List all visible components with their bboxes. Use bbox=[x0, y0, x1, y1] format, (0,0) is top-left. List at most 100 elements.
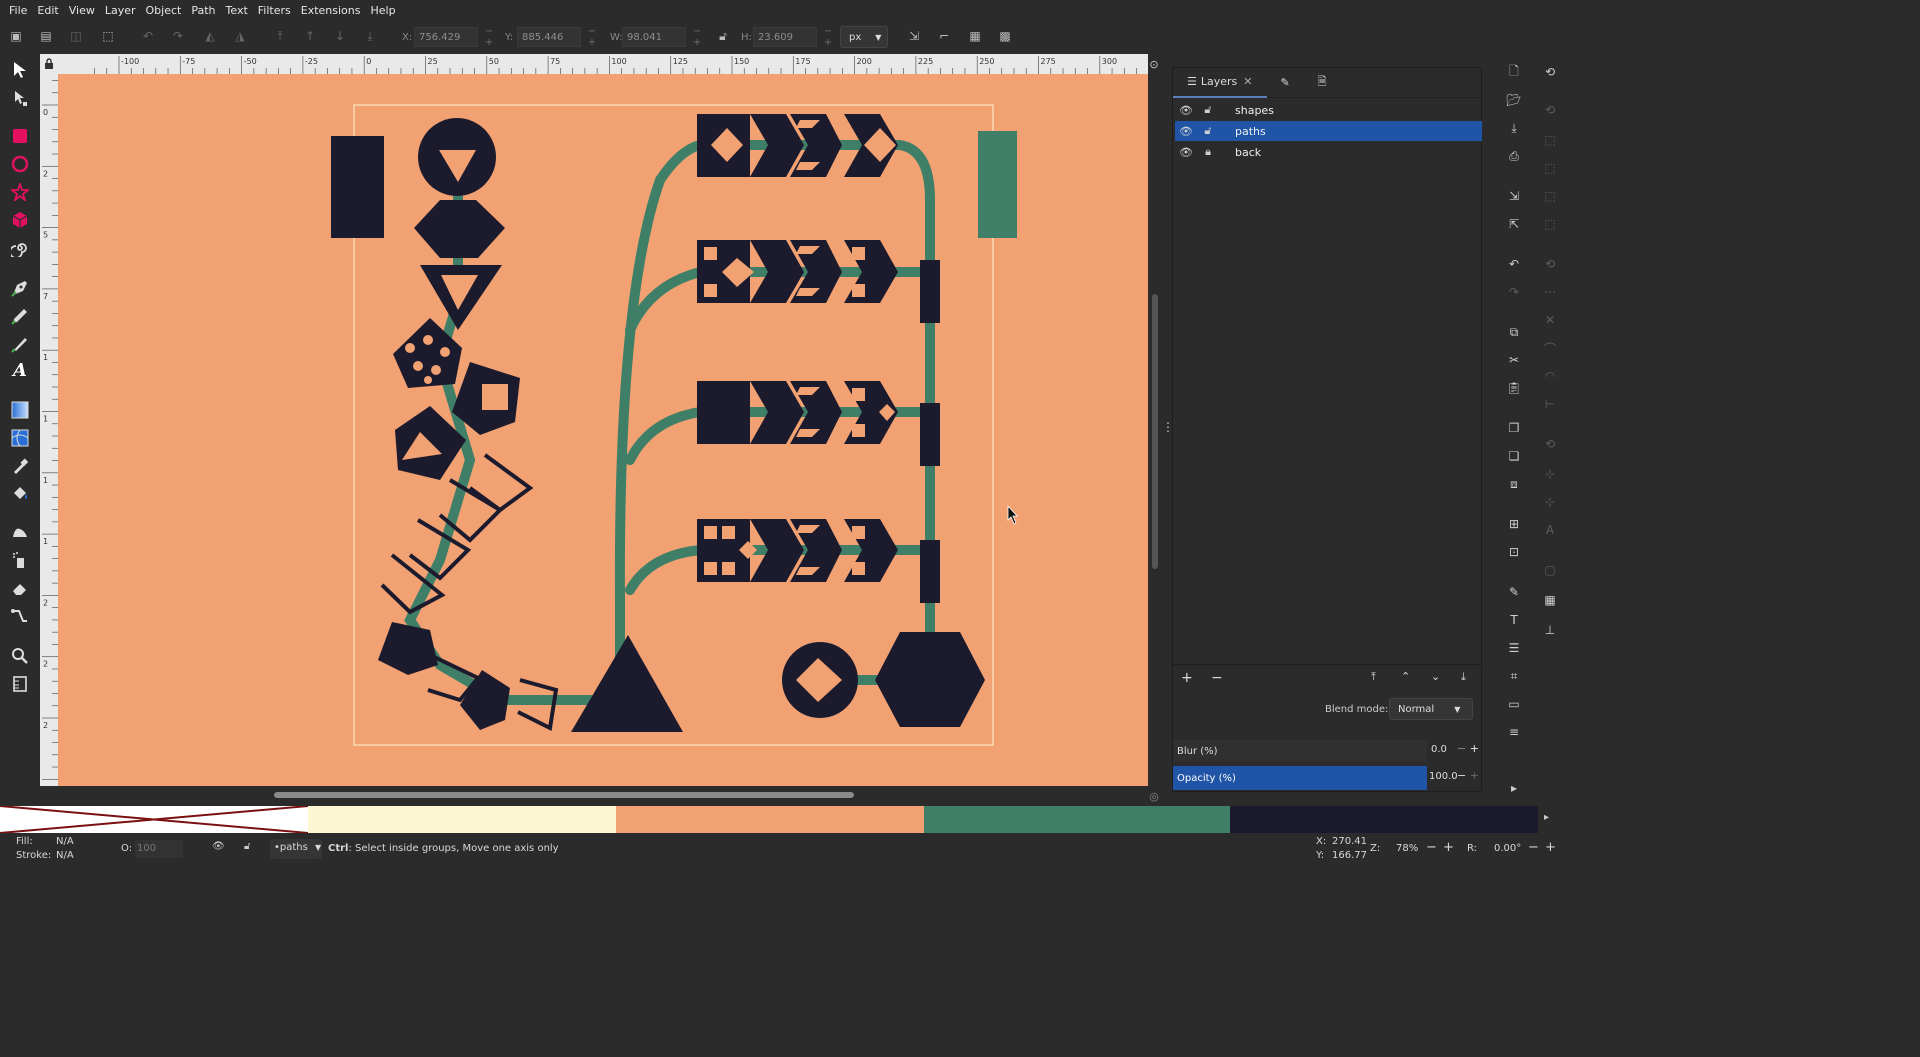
lock-ratio-icon[interactable]: 🔓︎ bbox=[713, 26, 733, 46]
menu-text[interactable]: Text bbox=[221, 4, 253, 17]
x-value[interactable]: 756.429 bbox=[414, 27, 478, 47]
layer-lock-icon[interactable]: 🔓︎ bbox=[244, 841, 250, 852]
w-stepper[interactable]: −+ bbox=[686, 26, 714, 48]
green-rectangle[interactable] bbox=[978, 131, 1017, 238]
current-layer-select[interactable]: •paths ▼ bbox=[270, 839, 322, 859]
3d-box-tool-icon[interactable] bbox=[8, 208, 32, 232]
blur-stepper[interactable]: − + bbox=[1457, 742, 1479, 755]
calligraphy-tool-icon[interactable] bbox=[8, 332, 32, 356]
snap-bbox-icon[interactable]: ⟲ bbox=[1540, 100, 1560, 120]
swatch-dark[interactable] bbox=[1230, 806, 1538, 833]
blend-mode-select[interactable]: Normal ▼ bbox=[1389, 698, 1473, 720]
panel-handle-icon[interactable]: ⋮ bbox=[1162, 420, 1174, 440]
snap-midpoints-icon[interactable]: ⊢ bbox=[1540, 394, 1560, 414]
rotate-cw-button[interactable]: + bbox=[1545, 840, 1556, 855]
display-mode-icon[interactable]: ◎ bbox=[1147, 788, 1161, 804]
swatch-orange[interactable] bbox=[616, 806, 924, 833]
copy-icon[interactable]: ⧉ bbox=[1504, 322, 1524, 342]
y-stepper[interactable]: −+ bbox=[581, 26, 609, 48]
snap-paths-icon[interactable]: ⋯ bbox=[1540, 282, 1560, 302]
select-all-icon[interactable]: ▣ bbox=[6, 26, 26, 46]
text-font-icon[interactable]: T bbox=[1504, 610, 1524, 630]
move-gradients-icon[interactable]: ▦ bbox=[965, 26, 985, 46]
new-document-icon[interactable]: 🗋︎ bbox=[1504, 62, 1524, 82]
opacity-value[interactable]: 100.0 bbox=[1429, 771, 1458, 782]
y-field[interactable]: Y: 885.446 −+ bbox=[505, 26, 609, 48]
menu-layer[interactable]: Layer bbox=[100, 4, 141, 17]
rotate-value[interactable]: 0.00° bbox=[1494, 843, 1521, 854]
zoom-in-button[interactable]: + bbox=[1443, 840, 1454, 855]
ungroup-icon[interactable]: ⊡ bbox=[1504, 542, 1524, 562]
stroke-value[interactable]: N/A bbox=[56, 850, 74, 861]
rotate-cw-icon[interactable]: ↷ bbox=[168, 26, 188, 46]
lock-icon[interactable]: 🔒︎ bbox=[1197, 145, 1219, 159]
mesh-tool-icon[interactable] bbox=[8, 426, 32, 450]
touch-select-icon[interactable]: ⬚ bbox=[98, 26, 118, 46]
snap-text-baseline-icon[interactable]: A bbox=[1540, 520, 1560, 540]
eraser-tool-icon[interactable] bbox=[8, 576, 32, 600]
raise-to-top-icon[interactable]: ⤒ bbox=[270, 26, 290, 46]
tab-fill-stroke[interactable]: ✎ bbox=[1267, 68, 1304, 98]
more-arrow-icon[interactable]: ▸ bbox=[1504, 778, 1524, 798]
paint-bucket-tool-icon[interactable] bbox=[8, 482, 32, 506]
snap-centers-icon[interactable]: ⊹ bbox=[1540, 464, 1560, 484]
snap-nodes-icon[interactable]: ⟲ bbox=[1540, 254, 1560, 274]
drawing-canvas[interactable] bbox=[58, 74, 1148, 786]
layer-name[interactable]: paths bbox=[1235, 125, 1266, 138]
layer-row-paths[interactable]: 👁︎ 🔓︎ paths bbox=[1175, 121, 1482, 141]
opacity-field[interactable]: 100 bbox=[135, 840, 183, 858]
palette-menu-icon[interactable]: ▸ bbox=[1544, 812, 1560, 828]
horizontal-scrollbar[interactable] bbox=[58, 786, 1148, 806]
lower-to-bottom-icon[interactable]: ⤓ bbox=[1461, 670, 1475, 686]
duplicate-icon[interactable]: ❐ bbox=[1504, 418, 1524, 438]
tweak-tool-icon[interactable] bbox=[8, 520, 32, 544]
swatch-green[interactable] bbox=[924, 806, 1230, 833]
flip-vertical-icon[interactable]: ◮ bbox=[230, 26, 250, 46]
zoom-value[interactable]: 78% bbox=[1396, 843, 1418, 854]
redo-icon[interactable]: ↷ bbox=[1504, 282, 1524, 302]
menu-path[interactable]: Path bbox=[186, 4, 220, 17]
move-patterns-icon[interactable]: ▩ bbox=[995, 26, 1015, 46]
snap-bbox-corners-icon[interactable]: ⬚ bbox=[1540, 158, 1560, 178]
blur-value[interactable]: 0.0 bbox=[1431, 744, 1447, 755]
menu-extensions[interactable]: Extensions bbox=[296, 4, 366, 17]
pencil-tool-icon[interactable] bbox=[8, 304, 32, 328]
import-icon[interactable]: ⇲ bbox=[1504, 186, 1524, 206]
vertical-ruler[interactable]: 0 2 5 7 1 1 1 1 2 2 2 bbox=[40, 74, 58, 786]
group-icon[interactable]: ⊞ bbox=[1504, 514, 1524, 534]
snap-bbox-centers-icon[interactable]: ⬚ bbox=[1540, 214, 1560, 234]
eye-icon[interactable]: 👁︎ bbox=[1175, 104, 1197, 117]
print-icon[interactable]: ⎙ bbox=[1504, 146, 1524, 166]
layer-visibility-icon[interactable]: 👁︎ bbox=[212, 841, 225, 852]
menu-filters[interactable]: Filters bbox=[253, 4, 296, 17]
snap-grid-icon[interactable]: ▦ bbox=[1540, 590, 1560, 610]
snap-cusp-icon[interactable]: ⌒ bbox=[1540, 338, 1560, 358]
node-tool-icon[interactable] bbox=[8, 86, 32, 110]
layer-name[interactable]: shapes bbox=[1235, 104, 1274, 117]
tab-layers[interactable]: ☰ Layers ✕ bbox=[1173, 68, 1267, 98]
snap-intersections-icon[interactable]: ✕ bbox=[1540, 310, 1560, 330]
snap-guide-icon[interactable]: ⊥ bbox=[1540, 620, 1560, 640]
swatch-cream[interactable] bbox=[308, 806, 616, 833]
flip-horizontal-icon[interactable]: ◭ bbox=[200, 26, 220, 46]
opacity-stepper[interactable]: − + bbox=[1457, 769, 1479, 782]
gradient-tool-icon[interactable] bbox=[8, 398, 32, 422]
paste-icon[interactable]: 📋︎ bbox=[1504, 378, 1524, 398]
raise-layer-icon[interactable]: ⌃ bbox=[1401, 670, 1415, 686]
raise-icon[interactable]: ↑ bbox=[300, 26, 320, 46]
vertical-scrollbar[interactable] bbox=[1148, 74, 1162, 786]
align-icon[interactable]: ≡ bbox=[1504, 722, 1524, 742]
y-value[interactable]: 885.446 bbox=[517, 27, 581, 47]
canvas-lock-icon[interactable]: ⊙ bbox=[1147, 56, 1161, 72]
xml-editor-icon[interactable]: ⌗ bbox=[1504, 666, 1524, 686]
open-icon[interactable]: 📂︎ bbox=[1504, 90, 1524, 110]
blur-slider[interactable]: Blur (%) bbox=[1173, 740, 1427, 762]
ellipse-tool-icon[interactable] bbox=[8, 152, 32, 176]
unlink-clone-icon[interactable]: ⧈ bbox=[1504, 474, 1524, 494]
menu-file[interactable]: File bbox=[4, 4, 32, 17]
scale-stroke-icon[interactable]: ⇲ bbox=[904, 26, 924, 46]
clone-icon[interactable]: ❏ bbox=[1504, 446, 1524, 466]
text-tool-icon[interactable]: A bbox=[8, 358, 32, 382]
objects-icon[interactable]: ▭ bbox=[1504, 694, 1524, 714]
menu-help[interactable]: Help bbox=[365, 4, 400, 17]
